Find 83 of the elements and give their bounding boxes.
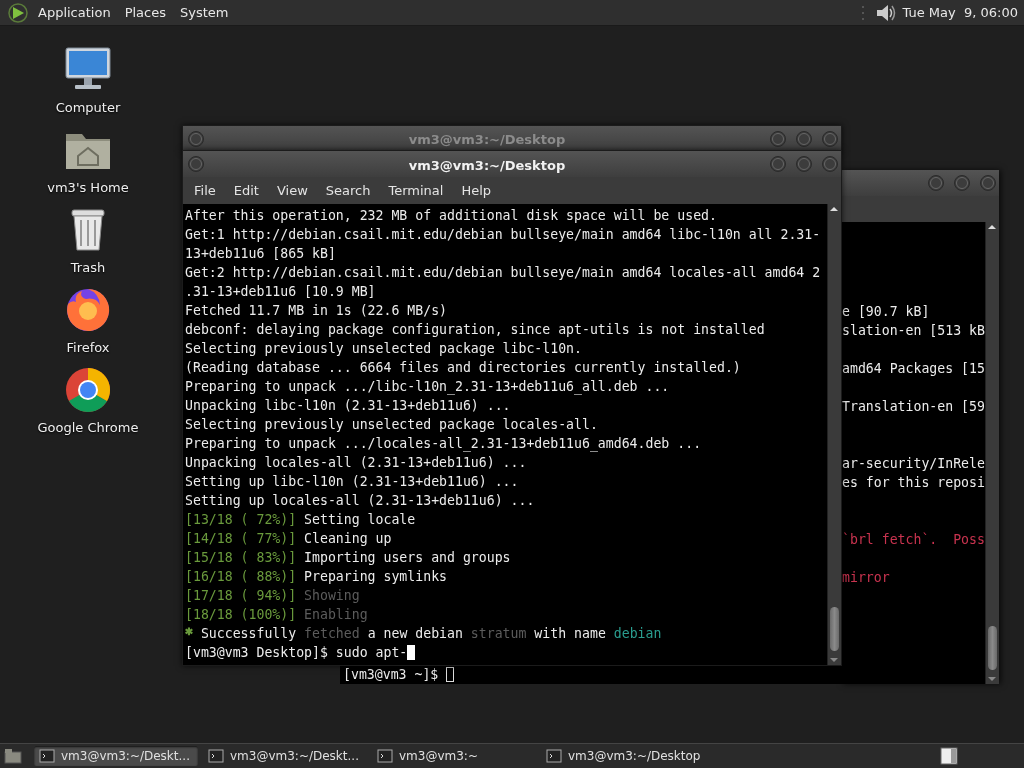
window-control-button[interactable] [795, 155, 813, 173]
window-control-button[interactable] [821, 155, 839, 173]
terminal-icon [208, 749, 224, 763]
terminal-icon [39, 749, 55, 763]
menu-item[interactable]: View [268, 183, 316, 198]
window-control-button[interactable] [795, 129, 813, 148]
desktop-icon-label[interactable]: Trash [70, 260, 106, 275]
terminal-line: debconf: delaying package configuration, since apt-utils is not installed [185, 321, 766, 339]
terminal-line: Fetched 11.7 MB in 1s (22.6 MB/s) [185, 302, 448, 320]
scrollbar[interactable] [985, 222, 999, 684]
terminal-line: Get:1 http://debian.csail.mit.edu/debian bullseye/main amd64 libc-l10n all 2.31- [185, 226, 822, 244]
menu-item[interactable]: Search [317, 183, 379, 198]
terminal-icon [546, 749, 562, 763]
command-prompt[interactable]: [vm3@vm3 ~]$ [343, 667, 447, 682]
window-control-button[interactable] [187, 129, 205, 148]
terminal-icon [377, 749, 393, 763]
scroll-up-arrow-icon[interactable] [828, 204, 840, 214]
scrollbar[interactable] [827, 204, 841, 665]
command-prompt[interactable]: [vm3@vm3 Desktop]$ sudo apt- [185, 645, 408, 660]
terminal-line: [15/18 ( 83%)] Importing users and groups [185, 549, 512, 567]
terminal-line: Unpacking libc-l10n (2.31-13+deb11u6) ... [185, 397, 512, 415]
scroll-up-arrow-icon[interactable] [986, 222, 998, 232]
desktop-icon-label[interactable]: Computer [55, 100, 121, 115]
terminal-line: [14/18 ( 77%)] Cleaning up [185, 530, 393, 548]
menu-item[interactable]: File [186, 183, 224, 198]
terminal-line: ar-security/InRele [842, 455, 985, 473]
terminal-line: * Successfully fetched a new debian stratum with name debian [185, 625, 663, 643]
window-control-button[interactable] [927, 174, 945, 192]
terminal-line: [18/18 (100%)] Enabling [185, 606, 369, 624]
menu-item[interactable]: Edit [225, 183, 267, 198]
desktop-icon-label[interactable]: Firefox [66, 340, 110, 355]
terminal-line: e [90.7 kB] [842, 303, 931, 321]
window-control-button[interactable] [953, 174, 971, 192]
window-control-button[interactable] [821, 129, 839, 148]
panel-menu[interactable]: System [175, 5, 234, 20]
window-control-button[interactable] [187, 155, 205, 173]
show-desktop-icon[interactable] [2, 746, 24, 766]
window-control-button[interactable] [769, 155, 787, 173]
terminal-line: Preparing to unpack .../libc-l10n_2.31-13+deb11u6_all.deb ... [185, 378, 671, 396]
workspace-switcher-icon[interactable] [940, 747, 958, 765]
desktop-icon-label[interactable]: vm3's Home [47, 180, 129, 195]
window-control-button[interactable] [979, 174, 997, 192]
taskbar-button[interactable]: vm3@vm3:~/Deskt... [203, 746, 367, 766]
menu-item[interactable]: Terminal [380, 183, 452, 198]
clock[interactable]: Tue May 9, 06:00 [902, 5, 1018, 20]
menu-item[interactable]: Help [453, 183, 500, 198]
terminal-line: Selecting previously unselected package locales-all. [185, 416, 599, 434]
scroll-down-arrow-icon[interactable] [986, 674, 998, 684]
window-title: vm3@vm3:~/Desktop [408, 132, 566, 147]
terminal-line: After this operation, 232 MB of additional disk space will be used. [185, 207, 718, 225]
panel-handle-icon[interactable] [860, 4, 865, 21]
window-titlebar[interactable]: vm3@vm3:~/Desktop [183, 151, 841, 177]
menu-logo-icon[interactable] [7, 1, 29, 24]
terminal-line: Translation-en [59 [842, 398, 985, 416]
panel-menu[interactable]: Application [33, 5, 116, 20]
terminal-line: Setting up libc-l10n (2.31-13+deb11u6) ... [185, 473, 520, 491]
window-title: vm3@vm3:~/Desktop [408, 157, 566, 173]
taskbar-button[interactable]: vm3@vm3:~/Deskt... [34, 746, 198, 766]
terminal-line: [17/18 ( 94%)] Showing [185, 587, 361, 605]
scrollbar-thumb[interactable] [988, 626, 997, 670]
terminal-line: Preparing to unpack .../locales-all_2.31-13+deb11u6_amd64.deb ... [185, 435, 703, 453]
terminal-line: `brl fetch`. Poss [842, 531, 985, 549]
panel-menu[interactable]: Places [119, 5, 171, 20]
window-titlebar[interactable] [841, 170, 999, 196]
terminal-line: Get:2 http://debian.csail.mit.edu/debian bullseye/main amd64 locales-all amd64 2 [185, 264, 822, 282]
scrollbar-thumb[interactable] [830, 607, 839, 651]
window-control-button[interactable] [769, 129, 787, 148]
taskbar-button[interactable]: vm3@vm3:~ [372, 746, 536, 766]
terminal-line: 13+deb11u6 [865 kB] [185, 245, 337, 263]
terminal-line: mirror [842, 569, 891, 587]
scroll-down-arrow-icon[interactable] [828, 655, 840, 665]
terminal-line: Setting up locales-all (2.31-13+deb11u6) ... [185, 492, 536, 510]
terminal-line: slation-en [513 kB [842, 322, 985, 340]
terminal-line: [13/18 ( 72%)] Setting locale [185, 511, 417, 529]
terminal-line: es for this reposi [842, 474, 985, 492]
terminal-line: .31-13+deb11u6 [10.9 MB] [185, 283, 377, 301]
desktop-icon-label[interactable]: Google Chrome [37, 420, 139, 435]
terminal-line: (Reading database ... 6664 files and directories currently installed.) [185, 359, 742, 377]
taskbar-button[interactable]: vm3@vm3:~/Desktop [541, 746, 705, 766]
terminal-line: [16/18 ( 88%)] Preparing symlinks [185, 568, 448, 586]
terminal-line: Unpacking locales-all (2.31-13+deb11u6) ... [185, 454, 528, 472]
terminal-line: Selecting previously unselected package libc-l10n. [185, 340, 583, 358]
terminal-line: amd64 Packages [15 [842, 360, 985, 378]
